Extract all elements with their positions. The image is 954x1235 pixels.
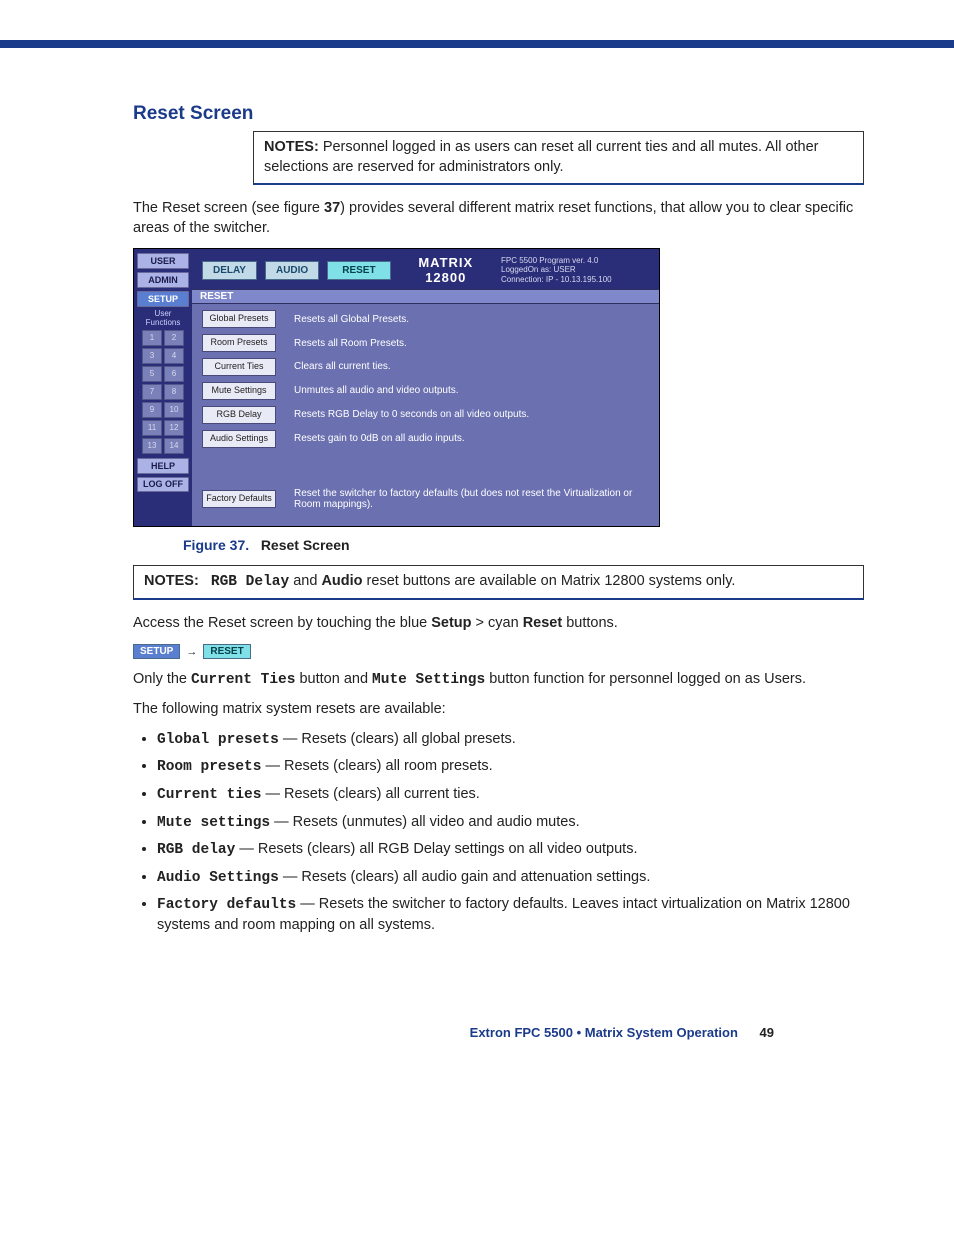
access-paragraph: Access the Reset screen by touching the … (133, 614, 864, 634)
logoff-button[interactable]: LOG OFF (137, 477, 189, 492)
fn-7[interactable]: 7 (142, 384, 162, 400)
meta-block: FPC 5500 Program ver. 4.0 LoggedOn as: U… (501, 256, 651, 285)
figure-number: Figure 37. (183, 537, 249, 553)
reset-row-mute: Mute Settings Unmutes all audio and video… (202, 382, 649, 400)
user-button[interactable]: USER (137, 253, 189, 269)
product-title: MATRIX 12800 (399, 255, 493, 285)
fn-3[interactable]: 3 (142, 348, 162, 364)
reset-tab[interactable]: RESET (327, 261, 390, 280)
fn-5[interactable]: 5 (142, 366, 162, 382)
inline-button-illustration: SETUP → RESET (133, 644, 251, 659)
help-button[interactable]: HELP (137, 458, 189, 474)
fn-4[interactable]: 4 (164, 348, 184, 364)
fn-10[interactable]: 10 (164, 402, 184, 418)
fn-13[interactable]: 13 (142, 438, 162, 454)
list-intro: The following matrix system resets are a… (133, 700, 864, 720)
fn-1[interactable]: 1 (142, 330, 162, 346)
global-presets-desc: Resets all Global Presets. (294, 314, 409, 325)
reset-row-ties: Current Ties Clears all current ties. (202, 358, 649, 376)
setup-button[interactable]: SETUP (137, 291, 189, 307)
fn-2[interactable]: 2 (164, 330, 184, 346)
list-item: RGB delay — Resets (clears) all RGB Dela… (157, 840, 864, 861)
header-stripe (0, 40, 954, 48)
function-grid: 1 2 3 4 5 6 7 8 9 10 11 12 13 14 (137, 330, 189, 454)
list-item: Room presets — Resets (clears) all room … (157, 757, 864, 778)
fn-6[interactable]: 6 (164, 366, 184, 382)
meta-login: LoggedOn as: USER (501, 265, 651, 275)
audio-tab[interactable]: AUDIO (265, 261, 319, 280)
panel-body: Global Presets Resets all Global Presets.… (192, 304, 659, 525)
notes-label: NOTES: (264, 139, 319, 155)
list-item: Audio Settings — Resets (clears) all aud… (157, 868, 864, 889)
reset-row-rgb: RGB Delay Resets RGB Delay to 0 seconds o… (202, 406, 649, 424)
footer-page-number: 49 (760, 1025, 774, 1040)
fn-8[interactable]: 8 (164, 384, 184, 400)
factory-defaults-button[interactable]: Factory Defaults (202, 490, 276, 508)
inline-setup-button: SETUP (133, 644, 180, 659)
mute-settings-button[interactable]: Mute Settings (202, 382, 276, 400)
footer-title: Extron FPC 5500 • Matrix System Operatio… (470, 1025, 738, 1040)
section-heading: Reset Screen (133, 103, 864, 125)
reset-row-room: Room Presets Resets all Room Presets. (202, 334, 649, 352)
fn-9[interactable]: 9 (142, 402, 162, 418)
sidebar: USER ADMIN SETUP User Functions 1 2 3 4 … (134, 249, 192, 525)
delay-tab[interactable]: DELAY (202, 261, 257, 280)
fn-11[interactable]: 11 (142, 420, 162, 436)
list-item: Mute settings — Resets (unmutes) all vid… (157, 813, 864, 834)
room-presets-desc: Resets all Room Presets. (294, 338, 407, 349)
audio-settings-button[interactable]: Audio Settings (202, 430, 276, 448)
current-ties-button[interactable]: Current Ties (202, 358, 276, 376)
notes-label-2: NOTES: (144, 573, 199, 589)
page-footer: Extron FPC 5500 • Matrix System Operatio… (133, 1025, 864, 1040)
user-functions-label: User Functions (137, 310, 189, 328)
arrow-icon: → (186, 646, 197, 658)
figure-caption: Figure 37. Reset Screen (183, 537, 864, 553)
reset-screen-figure: USER ADMIN SETUP User Functions 1 2 3 4 … (133, 248, 660, 526)
intro-paragraph: The Reset screen (see figure 37) provide… (133, 199, 864, 238)
factory-defaults-desc: Reset the switcher to factory defaults (… (294, 488, 634, 510)
reset-row-factory: Factory Defaults Reset the switcher to fa… (202, 488, 649, 510)
figure-title: Reset Screen (261, 537, 350, 553)
list-item: Current ties — Resets (clears) all curre… (157, 785, 864, 806)
panel-header: RESET (192, 289, 659, 304)
notes-text: Personnel logged in as users can reset a… (264, 139, 819, 175)
list-item: Factory defaults — Resets the switcher t… (157, 895, 864, 935)
reset-row-audio: Audio Settings Resets gain to 0dB on all … (202, 430, 649, 448)
user-limit-paragraph: Only the Current Ties button and Mute Se… (133, 670, 864, 691)
fn-14[interactable]: 14 (164, 438, 184, 454)
meta-version: FPC 5500 Program ver. 4.0 (501, 256, 651, 266)
rgb-delay-desc: Resets RGB Delay to 0 seconds on all vid… (294, 409, 529, 420)
reset-bullet-list: Global presets — Resets (clears) all glo… (141, 730, 864, 936)
notes-box-1: NOTES: Personnel logged in as users can … (253, 131, 864, 185)
current-ties-desc: Clears all current ties. (294, 361, 391, 372)
room-presets-button[interactable]: Room Presets (202, 334, 276, 352)
rgb-delay-button[interactable]: RGB Delay (202, 406, 276, 424)
list-item: Global presets — Resets (clears) all glo… (157, 730, 864, 751)
fn-12[interactable]: 12 (164, 420, 184, 436)
audio-settings-desc: Resets gain to 0dB on all audio inputs. (294, 433, 465, 444)
global-presets-button[interactable]: Global Presets (202, 310, 276, 328)
meta-connection: Connection: IP - 10.13.195.100 (501, 275, 651, 285)
reset-row-global: Global Presets Resets all Global Presets. (202, 310, 649, 328)
mute-settings-desc: Unmutes all audio and video outputs. (294, 385, 459, 396)
admin-button[interactable]: ADMIN (137, 272, 189, 288)
notes-box-2: NOTES: RGB Delay and Audio reset buttons… (133, 565, 864, 601)
top-row: DELAY AUDIO RESET MATRIX 12800 FPC 5500 … (192, 249, 659, 289)
inline-reset-button: RESET (203, 644, 250, 659)
